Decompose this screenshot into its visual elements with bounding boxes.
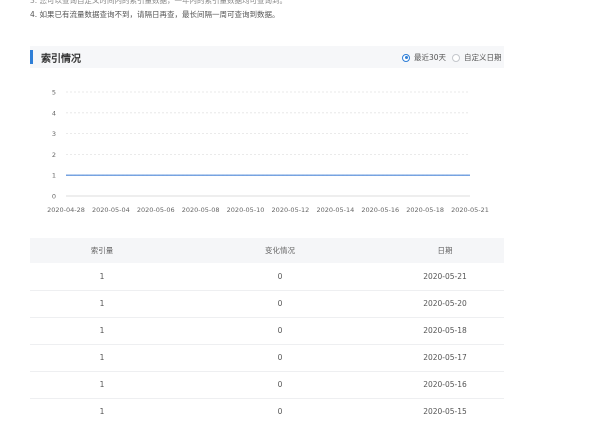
radio-checked-icon (402, 53, 410, 62)
cell-change: 0 (174, 263, 386, 291)
column-header-change: 变化情况 (174, 238, 386, 263)
y-tick-label: 4 (52, 109, 56, 117)
table-row: 1 0 2020-05-17 (30, 344, 504, 372)
cell-date: 2020-05-20 (386, 290, 504, 318)
panel-title: 索引情况 (41, 54, 81, 65)
table-row: 1 0 2020-05-18 (30, 317, 504, 345)
column-header-date: 日期 (386, 238, 504, 263)
cell-index-count: 1 (30, 398, 174, 423)
radio-custom-date-label: 自定义日期 (464, 53, 502, 62)
help-notes: 3. 您可以查询自定义时间内的索引量数据，一年内的索引量数据均可查询到。 4. … (30, 0, 570, 22)
cell-change: 0 (174, 290, 386, 318)
cell-date: 2020-05-16 (386, 371, 504, 399)
help-note-4: 4. 如果已有流量数据查询不到，请隔日再查，最长间隔一周可查询到数据。 (30, 10, 280, 19)
radio-last-30-days-label: 最近30天 (414, 53, 447, 62)
cell-change: 0 (174, 344, 386, 372)
x-tick-label: 2020-05-10 (227, 206, 265, 214)
help-note-3: 3. 您可以查询自定义时间内的索引量数据，一年内的索引量数据均可查询到。 (30, 0, 288, 5)
table-header-row: 索引量 变化情况 日期 (30, 238, 504, 263)
cell-index-count: 1 (30, 263, 174, 291)
cell-change: 0 (174, 371, 386, 399)
table-row: 1 0 2020-05-21 (30, 263, 504, 291)
cell-change: 0 (174, 317, 386, 345)
radio-custom-date[interactable]: 自定义日期 (452, 52, 502, 63)
cell-date: 2020-05-15 (386, 398, 504, 423)
radio-unchecked-icon (452, 53, 460, 62)
cell-change: 0 (174, 398, 386, 423)
table-row: 1 0 2020-05-15 (30, 398, 504, 423)
y-tick-label: 5 (52, 89, 56, 97)
cell-index-count: 1 (30, 344, 174, 372)
index-table: 索引量 变化情况 日期 1 0 2020-05-21 1 0 2020-05-2… (30, 238, 504, 423)
cell-date: 2020-05-18 (386, 317, 504, 345)
y-tick-label: 2 (52, 151, 56, 159)
index-line-chart: 0 1 2 3 4 5 2020-04-28 2020-05-04 2020-05-06 2020… (30, 82, 510, 222)
cell-date: 2020-05-21 (386, 263, 504, 291)
x-tick-label: 2020-05-16 (361, 206, 399, 214)
cell-index-count: 1 (30, 317, 174, 345)
table-row: 1 0 2020-05-20 (30, 290, 504, 318)
cell-index-count: 1 (30, 290, 174, 318)
x-tick-label: 2020-04-28 (47, 206, 85, 214)
x-tick-label: 2020-05-18 (406, 206, 444, 214)
x-tick-label: 2020-05-12 (272, 206, 310, 214)
title-accent-bar (30, 50, 33, 64)
x-tick-label: 2020-05-21 (451, 206, 489, 214)
x-tick-label: 2020-05-14 (316, 206, 354, 214)
index-panel-header: 索引情况 最近30天 自定义日期 (30, 46, 504, 68)
x-tick-label: 2020-05-08 (182, 206, 220, 214)
x-tick-label: 2020-05-04 (92, 206, 130, 214)
chart-svg: 0 1 2 3 4 5 2020-04-28 2020-05-04 2020-05-06 2020… (47, 89, 489, 215)
table-row: 1 0 2020-05-16 (30, 371, 504, 399)
x-tick-label: 2020-05-06 (137, 206, 175, 214)
cell-date: 2020-05-17 (386, 344, 504, 372)
y-tick-label: 3 (52, 130, 56, 138)
y-tick-label: 1 (52, 172, 56, 180)
column-header-index-count: 索引量 (30, 238, 174, 263)
cell-index-count: 1 (30, 371, 174, 399)
radio-last-30-days[interactable]: 最近30天 (402, 52, 446, 63)
y-tick-label: 0 (52, 193, 56, 201)
